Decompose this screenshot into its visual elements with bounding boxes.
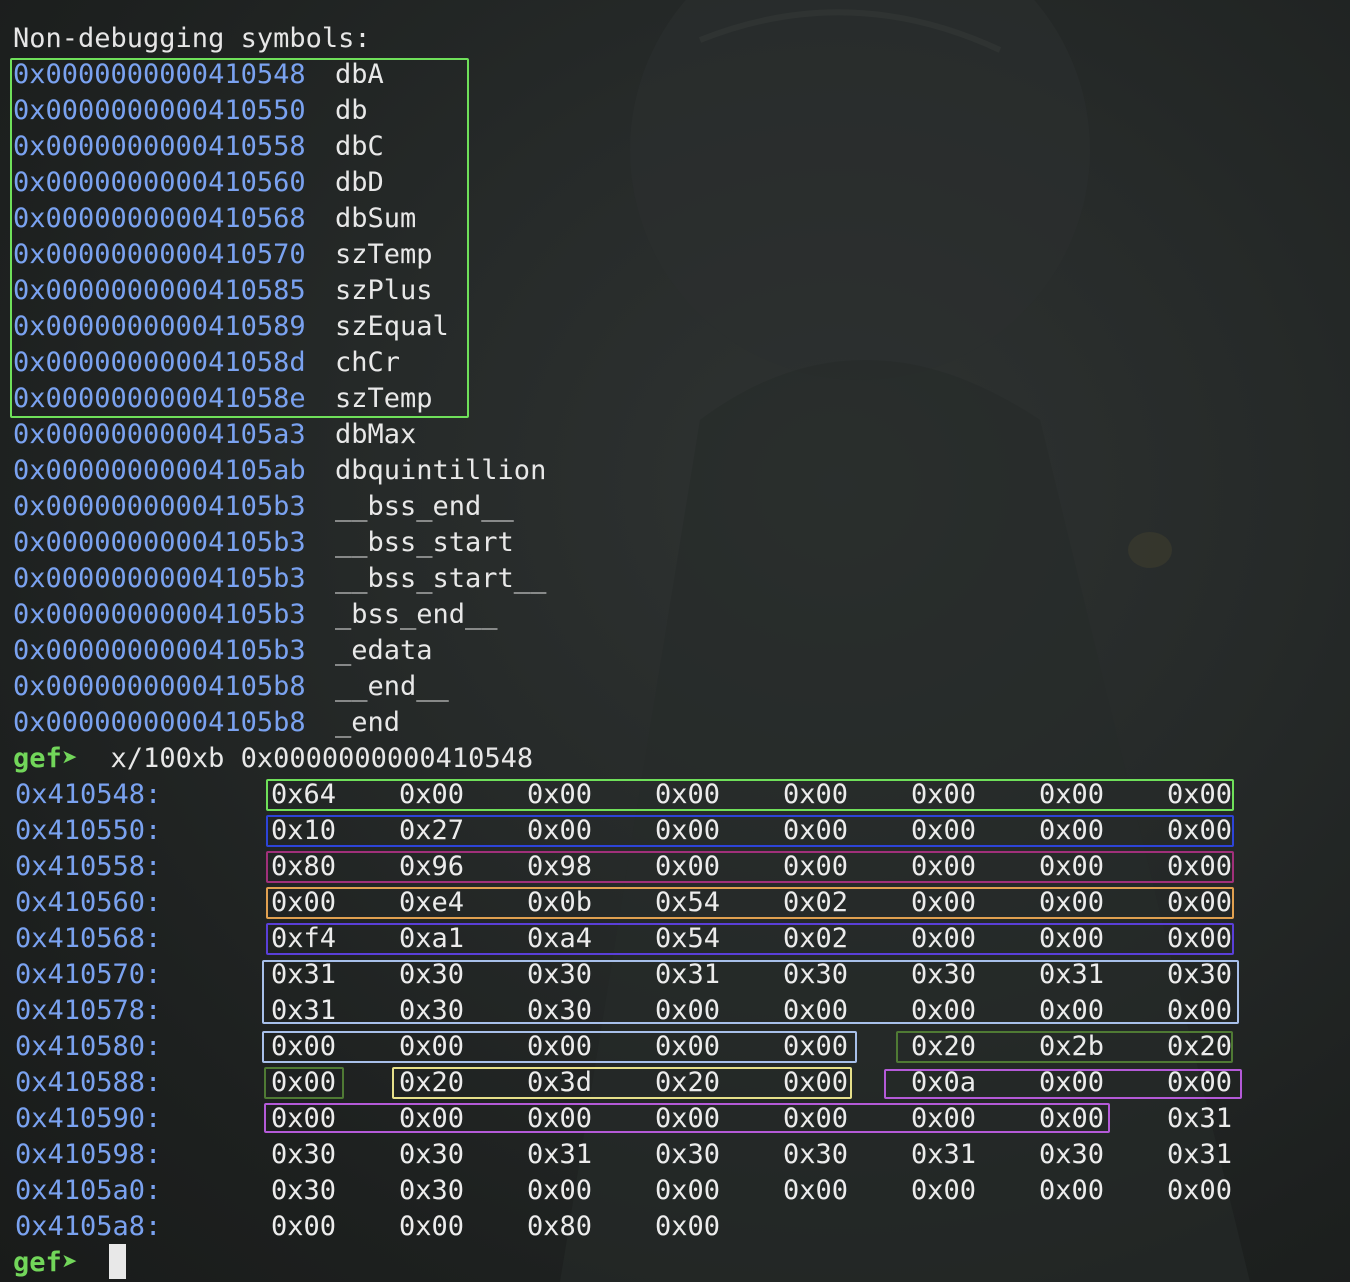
memory-byte: 0x30: [783, 1139, 849, 1170]
memory-address-text: 0x410570:: [15, 959, 162, 990]
symbol-address: 0x00000000004105ab: [13, 455, 306, 486]
szPlus-highlight-box: [896, 1031, 1233, 1063]
memory-address: 0x410590:: [15, 1101, 161, 1137]
memory-address: 0x410570:: [15, 957, 161, 993]
memory-byte: 0x30: [655, 1139, 721, 1170]
memory-byte: 0x30: [1039, 1139, 1105, 1170]
memory-address: 0x4105a8:: [15, 1209, 161, 1245]
symbol-row: 0x00000000004105b3 __bss_end__: [13, 489, 1313, 525]
memory-byte: 0x00: [271, 1211, 337, 1242]
dbC-highlight-box: [266, 851, 1234, 883]
chCr-highlight-box: [884, 1069, 1242, 1099]
symbol-row: 0x00000000004105b3 __bss_start: [13, 525, 1313, 561]
memory-address-text: 0x410580:: [15, 1031, 162, 1062]
memory-row: 0x4105a8: 0x00 0x00 0x80 0x00: [15, 1209, 1315, 1245]
memory-byte: 0x30: [399, 1175, 465, 1206]
symbol-row: 0x00000000004105b3 _edata: [13, 633, 1313, 669]
memory-address-text: 0x410568:: [15, 923, 162, 954]
prompt-line: gef➤: [13, 1245, 78, 1281]
memory-byte: 0x00: [1167, 1175, 1233, 1206]
symbol-address: 0x00000000004105b3: [13, 527, 306, 558]
symbols-highlight-box: [10, 58, 469, 418]
memory-address: 0x410548:: [15, 777, 161, 813]
memory-address-text: 0x410578:: [15, 995, 162, 1026]
memory-address-text: 0x410598:: [15, 1139, 162, 1170]
memory-address-text: 0x410548:: [15, 779, 162, 810]
dbA-highlight-box: [266, 779, 1234, 811]
memory-address-text: 0x410590:: [15, 1103, 162, 1134]
memory-address-text: 0x4105a0:: [15, 1175, 162, 1206]
memory-byte: 0x80: [527, 1211, 593, 1242]
symbol-address: 0x00000000004105a3: [13, 419, 306, 450]
memory-byte: 0x00: [527, 1175, 593, 1206]
memory-address: 0x410558:: [15, 849, 161, 885]
symbol-row: 0x00000000004105b8 _end: [13, 705, 1313, 741]
memory-row: 0x4105a0: 0x30 0x30 0x00 0x00 0x00 0x00 0x00 0x0…: [15, 1173, 1315, 1209]
memory-address-text: 0x410560:: [15, 887, 162, 918]
symbol-name: __bss_start: [335, 527, 514, 558]
memory-address-text: 0x410550:: [15, 815, 162, 846]
memory-byte: 0x31: [1167, 1139, 1233, 1170]
memory-address: 0x410580:: [15, 1029, 161, 1065]
memory-byte: 0x00: [911, 1175, 977, 1206]
memory-address: 0x410568:: [15, 921, 161, 957]
memory-byte: 0x30: [271, 1175, 337, 1206]
szEqual-highlight-box: [392, 1067, 852, 1099]
memory-row: 0x410598: 0x30 0x30 0x31 0x30 0x30 0x31 0x30 0x3…: [15, 1137, 1315, 1173]
dbD-highlight-box: [266, 887, 1234, 919]
gef-prompt: gef➤: [13, 743, 79, 774]
memory-byte: 0x31: [1167, 1103, 1233, 1134]
memory-byte: 0x30: [271, 1139, 337, 1170]
symbol-row: 0x00000000004105a3 dbMax: [13, 417, 1313, 453]
memory-byte: 0x00: [399, 1211, 465, 1242]
symbol-row: 0x00000000004105ab dbquintillion: [13, 453, 1313, 489]
memory-address-text: 0x410588:: [15, 1067, 162, 1098]
memory-address: 0x410578:: [15, 993, 161, 1029]
symbol-address: 0x00000000004105b3: [13, 599, 306, 630]
symbol-name: __bss_start__: [335, 563, 547, 594]
symbol-name: dbMax: [335, 419, 417, 450]
command-text: x/100xb 0x0000000000410548: [110, 743, 534, 774]
symbol-address: 0x00000000004105b8: [13, 671, 306, 702]
szPlus-tail-highlight-box: [264, 1067, 344, 1099]
memory-byte: 0x31: [527, 1139, 593, 1170]
memory-address: 0x410560:: [15, 885, 161, 921]
memory-byte: 0x31: [911, 1139, 977, 1170]
szTemp-tail-highlight-box: [262, 1031, 857, 1063]
db-highlight-box: [266, 815, 1234, 847]
memory-address-text: 0x410558:: [15, 851, 162, 882]
symbol-name: _bss_end__: [335, 599, 498, 630]
command-line: gef➤ x/100xb 0x0000000000410548: [13, 741, 533, 777]
symbol-name: _edata: [335, 635, 433, 666]
symbol-address: 0x00000000004105b8: [13, 707, 306, 738]
szTemp-highlight-box: [262, 960, 1239, 1024]
memory-byte: 0x00: [783, 1175, 849, 1206]
terminal-cursor: [109, 1244, 126, 1279]
symbol-row: 0x00000000004105b3 __bss_start__: [13, 561, 1313, 597]
memory-byte: 0x30: [399, 1139, 465, 1170]
symbol-name: __end__: [335, 671, 449, 702]
symbols-header: Non-debugging symbols:: [13, 23, 371, 54]
dbSum-highlight-box: [266, 923, 1234, 955]
memory-address: 0x410550:: [15, 813, 161, 849]
memory-address: 0x4105a0:: [15, 1173, 161, 1209]
symbol-address: 0x00000000004105b3: [13, 563, 306, 594]
memory-byte: 0x00: [1039, 1175, 1105, 1206]
symbol-name: __bss_end__: [335, 491, 514, 522]
symbol-address: 0x00000000004105b3: [13, 491, 306, 522]
symbol-address: 0x00000000004105b3: [13, 635, 306, 666]
symbol-row: 0x00000000004105b8 __end__: [13, 669, 1313, 705]
memory-byte: 0x00: [655, 1211, 721, 1242]
memory-address-text: 0x4105a8:: [15, 1211, 162, 1242]
memory-address: 0x410598:: [15, 1137, 161, 1173]
symbol-row: 0x00000000004105b3 _bss_end__: [13, 597, 1313, 633]
szTemp2-highlight-box: [264, 1103, 1110, 1133]
memory-address: 0x410588:: [15, 1065, 161, 1101]
memory-byte: 0x00: [655, 1175, 721, 1206]
gef-prompt: gef➤: [13, 1247, 79, 1278]
symbol-name: _end: [335, 707, 401, 738]
symbol-name: dbquintillion: [335, 455, 547, 486]
